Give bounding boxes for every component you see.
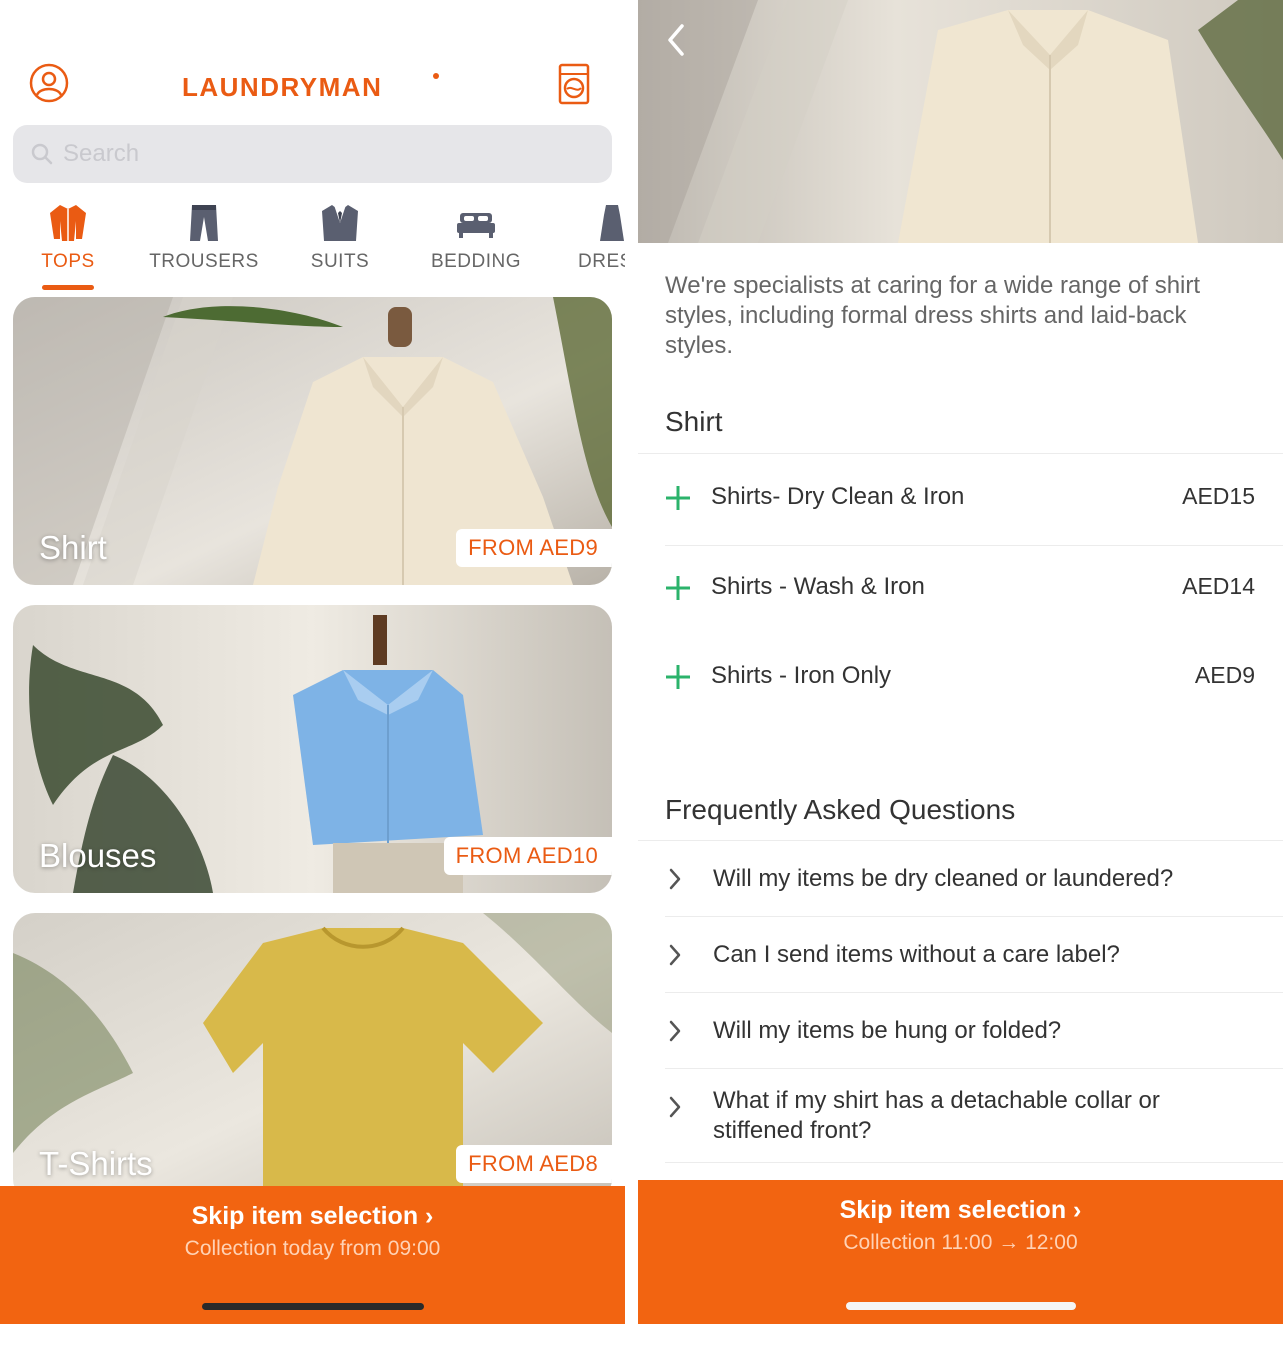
tab-bedding[interactable]: BEDDING — [408, 195, 544, 295]
active-tab-indicator — [42, 285, 94, 290]
divider — [638, 840, 1283, 841]
svg-text:LAUNDRYMAN: LAUNDRYMAN — [182, 72, 382, 102]
category-tabs: TOPS TROUSERS SUITS BEDDING DRE — [0, 195, 625, 295]
search-icon — [31, 143, 53, 165]
tab-tops[interactable]: TOPS — [0, 195, 136, 295]
search-bar[interactable] — [13, 125, 612, 183]
tab-trousers-label: TROUSERS — [149, 251, 259, 272]
tab-dress[interactable]: DRESS — [544, 195, 625, 295]
chevron-right-icon — [669, 1020, 681, 1042]
divider — [665, 1068, 1283, 1069]
service-name: Shirts - Wash & Iron — [711, 573, 925, 600]
bed-icon — [457, 213, 495, 238]
card-title: Shirt — [39, 529, 107, 566]
cta-subtitle: Collection today from 09:00 — [184, 1237, 441, 1260]
faq-item[interactable]: What if my shirt has a detachable collar… — [638, 1078, 1283, 1160]
service-price: AED14 — [1182, 573, 1255, 599]
divider — [665, 916, 1283, 917]
service-row[interactable]: Shirts- Dry Clean & Iron AED15 — [638, 468, 1283, 528]
cta-title: Skip item selection › — [191, 1202, 434, 1230]
brand-logo: LAUNDRYMAN — [182, 72, 439, 102]
faq-item[interactable]: Will my items be dry cleaned or laundere… — [638, 850, 1283, 910]
skip-item-selection-button[interactable]: Skip item selection › Collection 11:00 →… — [638, 1180, 1283, 1324]
app-header: LAUNDRYMAN — [0, 50, 625, 116]
tab-tops-label: TOPS — [41, 251, 95, 272]
washing-machine-icon[interactable] — [556, 62, 592, 106]
services-section-title: Shirt — [665, 406, 723, 437]
faq-item[interactable]: Will my items be hung or folded? — [638, 1002, 1283, 1062]
chevron-right-icon — [669, 868, 681, 890]
product-card-tshirts[interactable]: T-Shirts FROM AED8 — [13, 913, 612, 1201]
price-badge: FROM AED9 — [456, 529, 612, 567]
divider — [665, 545, 1283, 546]
price-badge: FROM AED10 — [443, 837, 612, 875]
price-badge: FROM AED8 — [456, 1145, 612, 1183]
shirt-icon — [50, 205, 86, 241]
faq-question: Can I send items without a care label? — [713, 941, 1120, 968]
add-icon[interactable] — [664, 574, 692, 602]
tab-trousers[interactable]: TROUSERS — [136, 195, 272, 295]
skip-item-selection-button[interactable]: Skip item selection › Collection today f… — [0, 1186, 625, 1324]
card-title: T-Shirts — [39, 1145, 153, 1182]
home-indicator — [846, 1302, 1076, 1310]
service-name: Shirts- Dry Clean & Iron — [711, 483, 965, 510]
user-circle-icon[interactable] — [28, 62, 70, 104]
divider — [638, 453, 1283, 454]
add-icon[interactable] — [664, 663, 692, 691]
home-indicator — [202, 1303, 424, 1310]
product-card-blouses[interactable]: Blouses FROM AED10 — [13, 605, 612, 893]
cta-subtitle: Collection 11:00 → 12:00 — [843, 1231, 1078, 1254]
tab-bedding-label: BEDDING — [430, 251, 522, 272]
faq-question: Will my items be dry cleaned or laundere… — [713, 865, 1174, 892]
faq-question: Will my items be hung or folded? — [713, 1017, 1062, 1044]
faq-question: What if my shirt has a detachable collar… — [713, 1087, 1160, 1144]
chevron-right-icon — [669, 1096, 681, 1118]
chevron-left-icon[interactable] — [658, 18, 694, 62]
dress-icon — [600, 205, 624, 241]
product-card-shirt[interactable]: Shirt FROM AED9 — [13, 297, 612, 585]
tab-suits-label: SUITS — [310, 251, 370, 272]
shirt-detail-screen: We're specialists at caring for a wide r… — [638, 0, 1283, 1324]
add-icon[interactable] — [664, 484, 692, 512]
service-name: Shirts - Iron Only — [711, 662, 892, 689]
trousers-icon — [190, 205, 218, 241]
service-price: AED9 — [1194, 662, 1255, 688]
shirt-hero-photo — [638, 0, 1283, 243]
hero-image — [638, 0, 1283, 243]
divider — [665, 992, 1283, 993]
suit-icon — [322, 205, 358, 241]
divider — [665, 1162, 1283, 1163]
service-row[interactable]: Shirts - Wash & Iron AED14 — [638, 558, 1283, 618]
service-row[interactable]: Shirts - Iron Only AED9 — [638, 647, 1283, 707]
faq-item[interactable]: Can I send items without a care label? — [638, 926, 1283, 986]
tab-dress-label: DRESS — [578, 251, 625, 272]
category-description: We're specialists at caring for a wide r… — [665, 272, 1201, 359]
cta-title: Skip item selection › — [839, 1196, 1082, 1224]
search-input[interactable] — [63, 140, 583, 168]
card-title: Blouses — [39, 837, 157, 874]
tab-suits[interactable]: SUITS — [272, 195, 408, 295]
category-screen: LAUNDRYMAN TOPS — [0, 0, 625, 1324]
service-price: AED15 — [1182, 483, 1255, 509]
chevron-right-icon — [669, 944, 681, 966]
faq-section-title: Frequently Asked Questions — [665, 794, 1016, 825]
